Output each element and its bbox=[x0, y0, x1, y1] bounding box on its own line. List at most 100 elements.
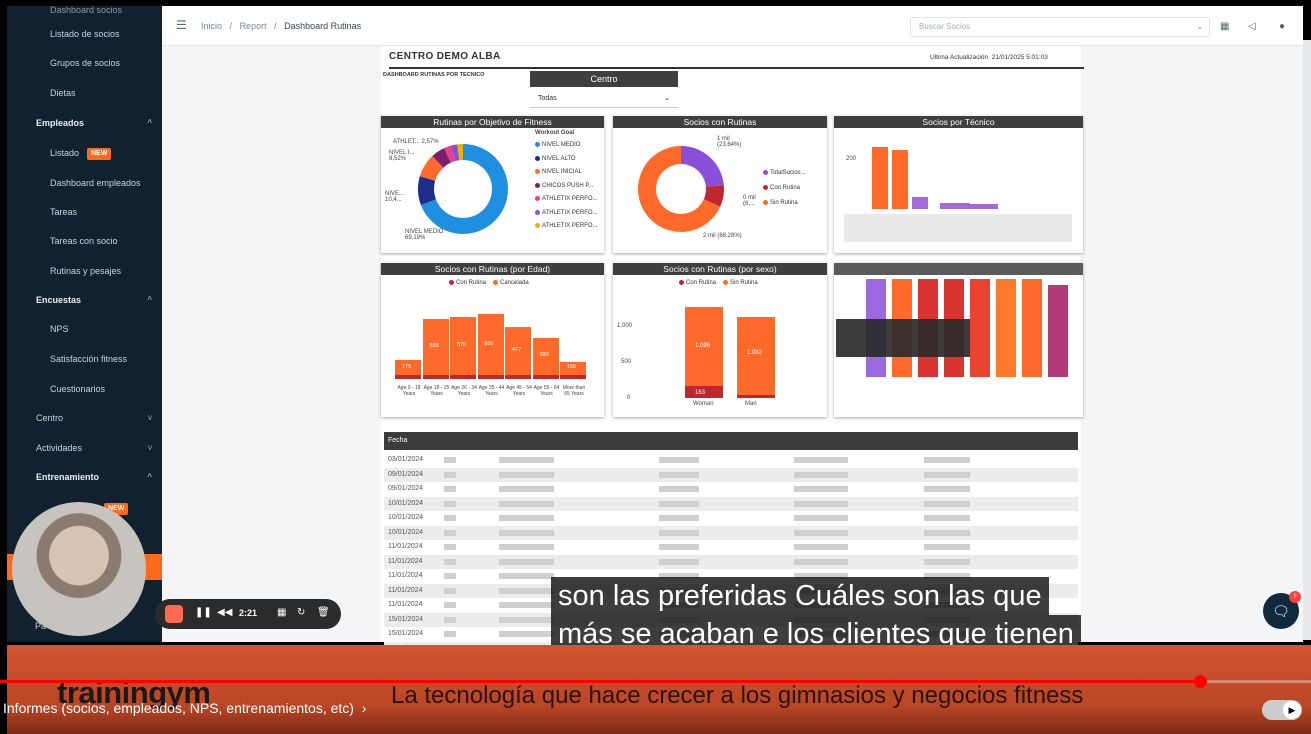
user-icon[interactable]: ● bbox=[1279, 21, 1285, 32]
grid-icon[interactable]: ▦ bbox=[277, 607, 286, 618]
bar-segment[interactable] bbox=[477, 375, 504, 379]
bar[interactable] bbox=[912, 197, 928, 209]
chapter-title[interactable]: Informes (socios, empleados, NPS, entren… bbox=[3, 700, 366, 716]
title-divider bbox=[389, 67, 1084, 69]
chevron-down-icon: ⌄ bbox=[664, 95, 670, 102]
sidebar-section-centro[interactable]: Centro v bbox=[7, 408, 162, 428]
chat-button[interactable]: 🗨!! bbox=[1263, 591, 1301, 629]
table-row[interactable]: 09/01/2024 bbox=[384, 482, 1078, 497]
restart-icon[interactable]: ↻ bbox=[297, 607, 305, 618]
page-scrollbar[interactable] bbox=[1303, 40, 1311, 640]
legend-label: Con Rutina bbox=[456, 280, 487, 287]
bar-segment[interactable] bbox=[560, 375, 586, 379]
sidebar-item-nps[interactable]: NPS bbox=[7, 319, 162, 339]
legend-item[interactable]: ATHLETIX PERFO... bbox=[535, 196, 598, 202]
bar-segment[interactable] bbox=[395, 375, 421, 379]
legend-item[interactable]: NIVEL MEDIO bbox=[535, 142, 580, 148]
progress-scrubber[interactable] bbox=[1193, 675, 1207, 688]
x-tick-label: Age 18 - 25 Years bbox=[423, 385, 450, 397]
sidebar-item-cuestionarios[interactable]: Cuestionarios bbox=[7, 379, 162, 399]
legend-item[interactable]: CHICOS PUSH P... bbox=[535, 182, 594, 189]
blurred-cell bbox=[824, 529, 848, 536]
sidebar-item-dashboard-socios[interactable]: Dashboard socios bbox=[7, 0, 162, 20]
section-label: Actividades bbox=[36, 443, 83, 453]
sidebar-item-listado-socios[interactable]: Listado de socios bbox=[7, 24, 162, 44]
sidebar-section-entrenamiento[interactable]: Entrenamiento ^ bbox=[7, 467, 162, 487]
bar-value-label: 570 bbox=[457, 342, 467, 349]
sidebar-item-rutinas-pesajes[interactable]: Rutinas y pesajes bbox=[7, 261, 162, 281]
section-label: Empleados bbox=[36, 118, 85, 128]
rewind-icon[interactable]: ◀◀ bbox=[217, 607, 232, 618]
legend-con-rutina: Con Rutina bbox=[449, 280, 486, 286]
table-row[interactable]: 09/01/2024 bbox=[384, 467, 1078, 482]
legend-item[interactable]: Con Rutina bbox=[763, 185, 800, 191]
bar-segment[interactable] bbox=[422, 375, 449, 379]
table-row[interactable]: 10/01/2024 bbox=[384, 496, 1078, 511]
autoplay-toggle[interactable]: ▶ bbox=[1262, 700, 1302, 720]
sidebar-section-empleados[interactable]: Empleados ^ bbox=[7, 113, 162, 133]
breadcrumb-inicio[interactable]: Inicio bbox=[201, 21, 222, 31]
blurred-cell bbox=[659, 500, 699, 507]
sidebar-section-encuestas[interactable]: Encuestas ^ bbox=[7, 290, 162, 310]
table-row[interactable]: 10/01/2024 bbox=[384, 525, 1078, 540]
blurred-cell bbox=[794, 515, 824, 521]
blurred-cell bbox=[794, 486, 824, 492]
bar[interactable] bbox=[477, 314, 504, 379]
bar-segment[interactable] bbox=[505, 375, 531, 379]
table-row[interactable]: 11/01/2024 bbox=[384, 554, 1078, 569]
sidebar-item-dietas[interactable]: Dietas bbox=[7, 83, 162, 103]
column-header-fecha[interactable]: Fecha bbox=[388, 437, 407, 444]
stop-record-button[interactable] bbox=[165, 605, 183, 623]
bar[interactable] bbox=[968, 203, 998, 209]
banner-tagline: La tecnología que hace crecer a los gimn… bbox=[391, 682, 1084, 709]
chevron-up-icon: ^ bbox=[147, 118, 152, 127]
breadcrumb-report[interactable]: Report bbox=[240, 21, 267, 31]
legend-item[interactable]: NIVEL INICIAL bbox=[535, 169, 582, 175]
sidebar-item-tareas-con-socio[interactable]: Tareas con socio bbox=[7, 231, 162, 251]
bar[interactable] bbox=[532, 337, 559, 379]
search-socios-input[interactable]: Buscar Socios ⌄ bbox=[910, 17, 1210, 37]
last-update-label: Ultima Actualización bbox=[930, 54, 989, 61]
bar-value-label: 380 bbox=[539, 352, 549, 359]
legend-item[interactable]: Sin Rutina bbox=[763, 200, 798, 206]
table-row[interactable]: 11/01/2024 bbox=[384, 540, 1078, 555]
legend-item[interactable]: ATHLETIX PERFO... bbox=[535, 209, 598, 216]
blurred-cell bbox=[824, 471, 848, 478]
pause-icon[interactable]: ❚❚ bbox=[195, 607, 212, 618]
blurred-cell bbox=[924, 544, 970, 550]
bar[interactable] bbox=[422, 318, 449, 379]
bar-segment[interactable] bbox=[737, 394, 775, 398]
sidebar-item-satisfaccion[interactable]: Satisfacción fitness bbox=[7, 349, 162, 369]
play-icon: ▶ bbox=[1283, 701, 1301, 719]
sidebar-item-listado[interactable]: Listado NEW bbox=[7, 143, 162, 163]
legend-item[interactable]: TotalSocios... bbox=[763, 170, 806, 176]
table-row[interactable]: 03/01/2024 bbox=[384, 453, 1078, 468]
legend-item[interactable]: NIVEL ALTO bbox=[535, 155, 576, 162]
centro-dropdown[interactable]: Todas ⌄ bbox=[530, 90, 678, 108]
bar-segment[interactable] bbox=[450, 375, 476, 379]
blurred-cell bbox=[444, 573, 456, 579]
bar-segment[interactable] bbox=[532, 375, 559, 379]
blurred-cell bbox=[824, 515, 848, 521]
calculator-icon[interactable]: ▦ bbox=[1220, 21, 1229, 32]
blurred-cell bbox=[659, 515, 699, 521]
sidebar-section-actividades[interactable]: Actividades v bbox=[7, 438, 162, 458]
bar[interactable] bbox=[892, 149, 908, 209]
sidebar-item-grupos-socios[interactable]: Grupos de socios bbox=[7, 53, 162, 73]
legend-item[interactable]: ATHLETIX PERFO... bbox=[535, 223, 598, 229]
bar[interactable] bbox=[940, 203, 970, 209]
video-progress-bar[interactable] bbox=[0, 675, 1311, 688]
blurred-axis-labels bbox=[844, 214, 1072, 242]
sidebar-item-dashboard-empleados[interactable]: Dashboard empleados bbox=[7, 173, 162, 193]
bar[interactable] bbox=[872, 147, 888, 209]
chat-icon: 🗨 bbox=[1272, 603, 1290, 619]
table-row[interactable]: 10/01/2024 bbox=[384, 511, 1078, 526]
trash-icon[interactable]: 🗑 bbox=[317, 607, 330, 618]
sidebar-item-tareas[interactable]: Tareas bbox=[7, 202, 162, 222]
menu-icon[interactable]: ☰ bbox=[176, 18, 187, 32]
blurred-cell bbox=[824, 486, 848, 492]
bar[interactable] bbox=[450, 317, 476, 379]
donut-slice[interactable] bbox=[681, 146, 724, 187]
sidebar-item-label: Grupos de socios bbox=[50, 58, 121, 68]
megaphone-icon[interactable]: ◁ bbox=[1248, 21, 1256, 32]
